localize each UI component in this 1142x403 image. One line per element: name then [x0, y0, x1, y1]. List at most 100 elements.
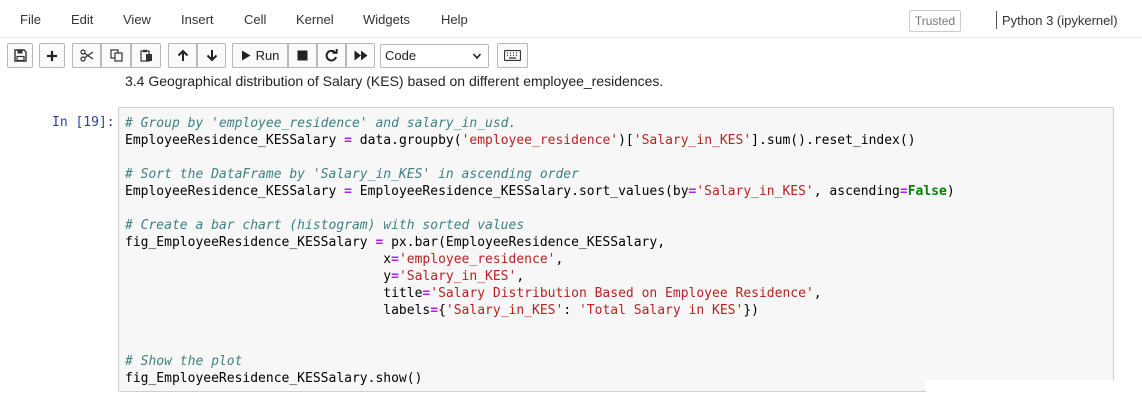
- code-token: # Show the plot: [125, 354, 243, 369]
- code-token: 'employee_residence': [398, 252, 556, 267]
- menu-cell[interactable]: Cell: [244, 12, 266, 27]
- code-token: y: [125, 269, 392, 284]
- code-line: labels={'Salary_in_KES': 'Total Salary i…: [125, 302, 955, 319]
- code-token: x: [125, 252, 392, 267]
- code-token: title: [125, 286, 423, 301]
- chevron-down-icon: [472, 53, 482, 60]
- code-line: fig_EmployeeResidence_KESSalary = px.bar…: [125, 234, 955, 251]
- code-token: =: [344, 133, 352, 148]
- menu-kernel[interactable]: Kernel: [296, 12, 334, 27]
- menu-help[interactable]: Help: [441, 12, 468, 27]
- copy-button[interactable]: [101, 43, 131, 68]
- move-down-button[interactable]: [197, 43, 226, 68]
- code-line: fig_EmployeeResidence_KESSalary.show(): [125, 370, 955, 387]
- code-token: ,: [813, 286, 822, 301]
- run-button[interactable]: Run: [232, 43, 288, 68]
- code-token: :: [563, 303, 579, 318]
- cut-button[interactable]: [72, 43, 101, 68]
- copy-icon: [109, 49, 123, 62]
- code-token: =: [391, 252, 399, 267]
- code-token: fig_EmployeeResidence_KESSalary: [125, 235, 376, 250]
- interrupt-button[interactable]: [288, 43, 317, 68]
- code-token: 'Total Salary in KES': [578, 303, 744, 318]
- command-palette-button[interactable]: [497, 43, 528, 68]
- code-text[interactable]: # Group by 'employee_residence' and sala…: [125, 115, 955, 387]
- code-token: # Sort the DataFrame by 'Salary_in_KES' …: [125, 167, 579, 182]
- code-line: title='Salary Distribution Based on Empl…: [125, 285, 955, 302]
- restart-run-all-button[interactable]: [346, 43, 375, 68]
- code-line: # Create a bar chart (histogram) with so…: [125, 217, 955, 234]
- fast-forward-icon: [354, 50, 367, 61]
- menu-edit[interactable]: Edit: [71, 12, 93, 27]
- arrow-down-icon: [206, 50, 217, 62]
- corner-region: [926, 380, 1142, 403]
- code-line: EmployeeResidence_KESSalary = EmployeeRe…: [125, 183, 955, 200]
- plus-icon: [47, 50, 57, 61]
- code-line: # Group by 'employee_residence' and sala…: [125, 115, 955, 132]
- code-token: ): [946, 184, 955, 199]
- restart-icon: [325, 49, 338, 62]
- code-token: , ascending: [813, 184, 900, 199]
- code-token: 'Salary_in_KES': [633, 133, 752, 148]
- code-token: 'employee_residence': [461, 133, 619, 148]
- cell-type-select[interactable]: Code: [380, 44, 489, 68]
- code-token: =: [391, 269, 399, 284]
- code-token: # Create a bar chart (histogram) with so…: [125, 218, 525, 233]
- insert-cell-button[interactable]: [39, 43, 65, 68]
- code-token: ,: [555, 252, 564, 267]
- kernel-name[interactable]: Python 3 (ipykernel): [1002, 13, 1118, 28]
- code-token: 'Salary Distribution Based on Employee R…: [430, 286, 814, 301]
- input-prompt: In [19]:: [52, 115, 115, 130]
- restart-button[interactable]: [317, 43, 346, 68]
- code-token: data.groupby(: [351, 133, 462, 148]
- code-line: # Show the plot: [125, 353, 955, 370]
- play-icon: [241, 50, 251, 61]
- paste-button[interactable]: [131, 43, 161, 68]
- markdown-heading: 3.4 Geographical distribution of Salary …: [125, 73, 664, 89]
- code-token: 'Salary_in_KES': [398, 269, 517, 284]
- code-token: 'Salary_in_KES': [696, 184, 814, 199]
- code-token: }): [743, 303, 759, 318]
- code-token: labels: [125, 303, 431, 318]
- cell-type-value: Code: [385, 48, 417, 63]
- menu-widgets[interactable]: Widgets: [363, 12, 410, 27]
- code-cell-editor[interactable]: # Group by 'employee_residence' and sala…: [118, 107, 1114, 392]
- code-line: # Sort the DataFrame by 'Salary_in_KES' …: [125, 166, 955, 183]
- code-token: # Group by 'employee_residence' and sala…: [125, 116, 517, 131]
- code-token: EmployeeResidence_KESSalary: [125, 184, 345, 199]
- notebook-content: 3.4 Geographical distribution of Salary …: [0, 73, 1142, 403]
- code-token: =: [430, 303, 439, 318]
- save-button[interactable]: [7, 43, 33, 68]
- code-line: EmployeeResidence_KESSalary = data.group…: [125, 132, 955, 149]
- code-token: False: [907, 184, 947, 199]
- code-token: )[: [618, 133, 634, 148]
- code-token: {: [438, 303, 446, 318]
- code-token: ,: [516, 269, 525, 284]
- trusted-indicator[interactable]: Trusted: [909, 10, 961, 32]
- paste-icon: [139, 49, 152, 62]
- menu-file[interactable]: File: [20, 12, 41, 27]
- menu-view[interactable]: View: [123, 12, 151, 27]
- menubar: File Edit View Insert Cell Kernel Widget…: [0, 0, 1142, 38]
- code-token: =: [344, 184, 352, 199]
- keyboard-icon: [504, 50, 521, 61]
- code-token: 'Salary_in_KES': [445, 303, 564, 318]
- toolbar: Run: [0, 39, 1142, 73]
- arrow-up-icon: [177, 49, 188, 61]
- code-line: y='Salary_in_KES',: [125, 268, 955, 285]
- code-token: ].sum().reset_index(): [751, 133, 916, 148]
- scissors-icon: [79, 49, 93, 62]
- save-icon: [13, 49, 27, 62]
- code-token: EmployeeResidence_KESSalary.sort_values(…: [351, 184, 689, 199]
- menu-insert[interactable]: Insert: [181, 12, 214, 27]
- code-token: =: [899, 184, 908, 199]
- code-token: EmployeeResidence_KESSalary: [125, 133, 345, 148]
- move-up-button[interactable]: [168, 43, 197, 68]
- stop-icon: [297, 50, 308, 61]
- code-line: x='employee_residence',: [125, 251, 955, 268]
- code-token: px.bar(EmployeeResidence_KESSalary,: [383, 235, 666, 250]
